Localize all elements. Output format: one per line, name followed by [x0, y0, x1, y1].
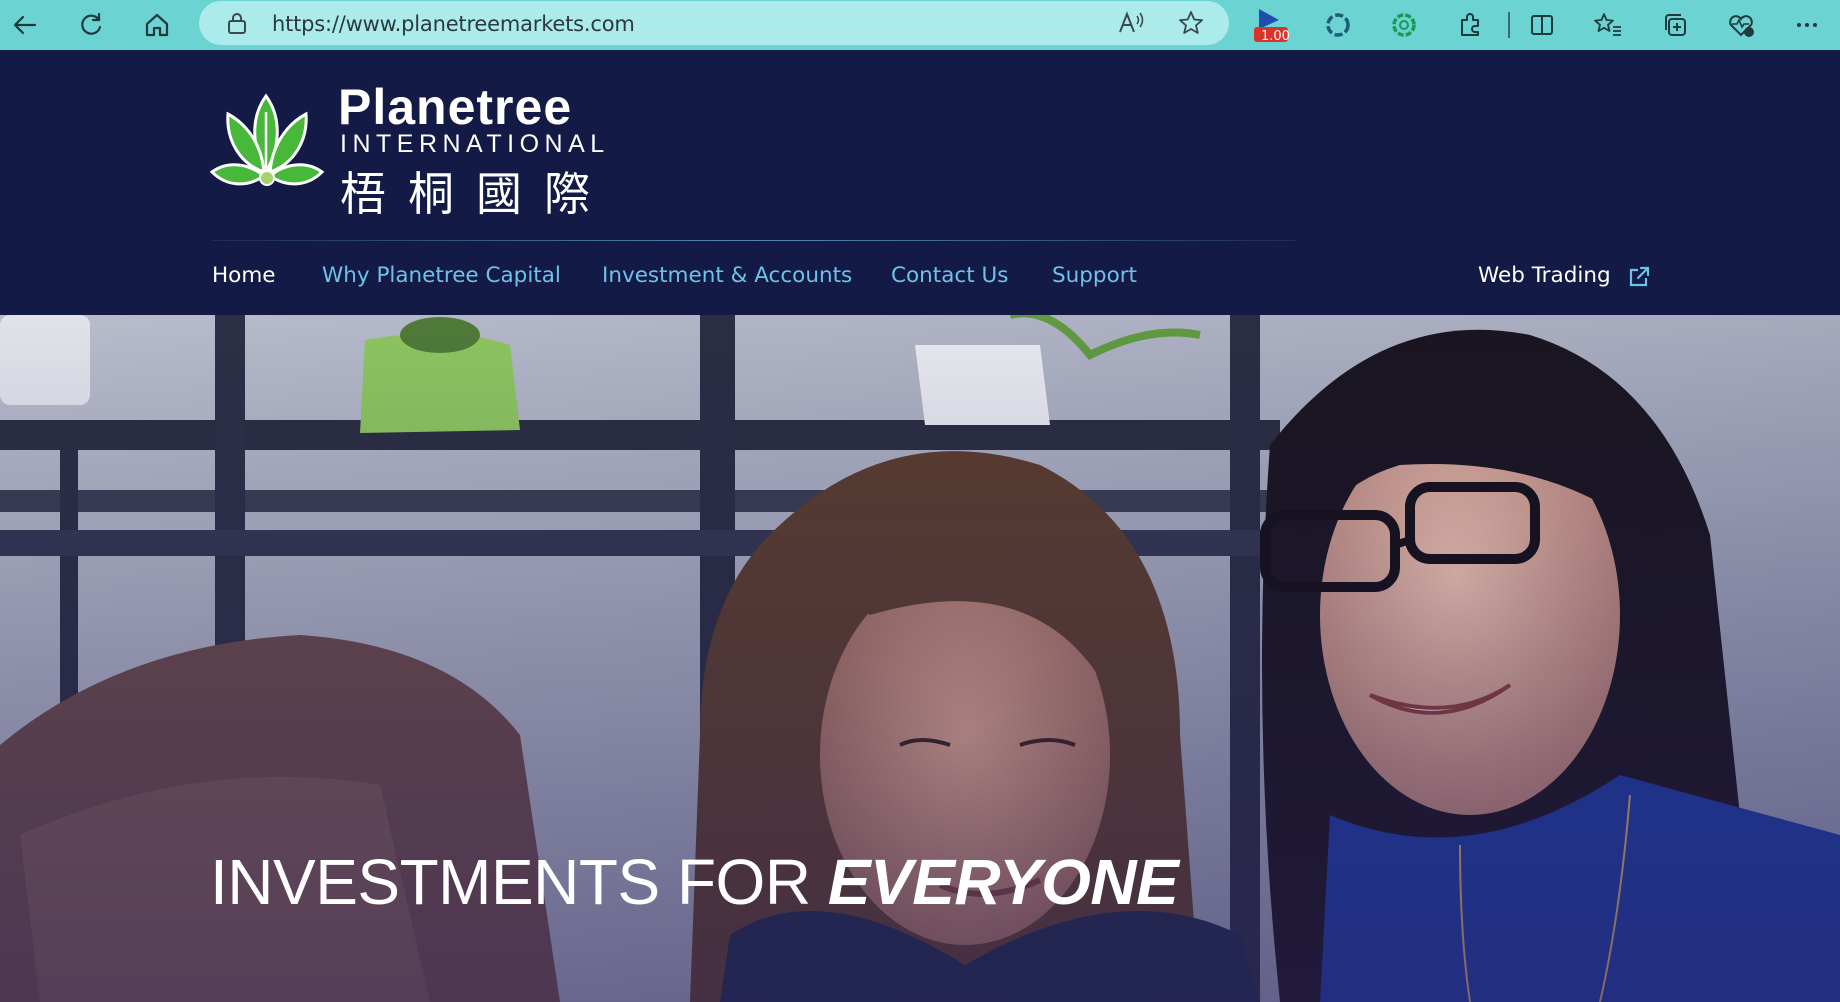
home-icon[interactable]	[137, 5, 177, 45]
nav-contact-us[interactable]: Contact Us	[891, 263, 1008, 288]
split-screen-icon[interactable]	[1522, 5, 1562, 45]
logo-wordmark: Planetree	[338, 79, 573, 135]
refresh-icon[interactable]	[71, 5, 111, 45]
logo-subtitle: INTERNATIONAL	[340, 130, 610, 158]
leaf-logo-icon	[210, 93, 325, 186]
hero-headline-emphasis: EVERYONE	[827, 846, 1179, 918]
header-divider	[212, 240, 1297, 241]
hero-banner: INVESTMENTS FOR EVERYONE	[0, 315, 1840, 1002]
web-trading-link[interactable]: Web Trading	[1478, 263, 1611, 288]
collections-icon[interactable]	[1655, 5, 1695, 45]
toolbar-divider	[1508, 12, 1510, 38]
nav-investment-accounts[interactable]: Investment & Accounts	[602, 263, 852, 288]
media-badge-icon[interactable]: 1.00	[1251, 5, 1291, 45]
url-text[interactable]: https://www.planetreemarkets.com	[272, 12, 635, 36]
back-arrow-icon[interactable]	[5, 5, 45, 45]
hero-headline: INVESTMENTS FOR EVERYONE	[210, 845, 1179, 919]
browser-toolbar: https://www.planetreemarkets.com 1.00	[0, 0, 1840, 50]
read-aloud-icon[interactable]	[1117, 10, 1145, 41]
media-badge-value: 1.00	[1261, 29, 1290, 44]
puzzle-icon[interactable]	[1450, 5, 1490, 45]
hero-headline-regular: INVESTMENTS FOR	[210, 846, 828, 918]
extension-icon[interactable]	[1318, 5, 1358, 45]
external-link-icon[interactable]	[1627, 265, 1651, 294]
address-bar[interactable]: https://www.planetreemarkets.com	[199, 1, 1229, 45]
nav-support[interactable]: Support	[1052, 263, 1137, 288]
logo-chinese: 梧桐國際	[340, 167, 612, 221]
lock-icon[interactable]	[226, 11, 248, 40]
favorite-star-icon[interactable]	[1177, 9, 1205, 42]
nav-home[interactable]: Home	[212, 263, 276, 288]
more-icon[interactable]	[1787, 5, 1827, 45]
nav-why-planetree-capital[interactable]: Why Planetree Capital	[322, 263, 561, 288]
chatgpt-icon[interactable]	[1384, 5, 1424, 45]
heart-pulse-icon[interactable]	[1721, 5, 1761, 45]
favorites-icon[interactable]	[1588, 5, 1628, 45]
